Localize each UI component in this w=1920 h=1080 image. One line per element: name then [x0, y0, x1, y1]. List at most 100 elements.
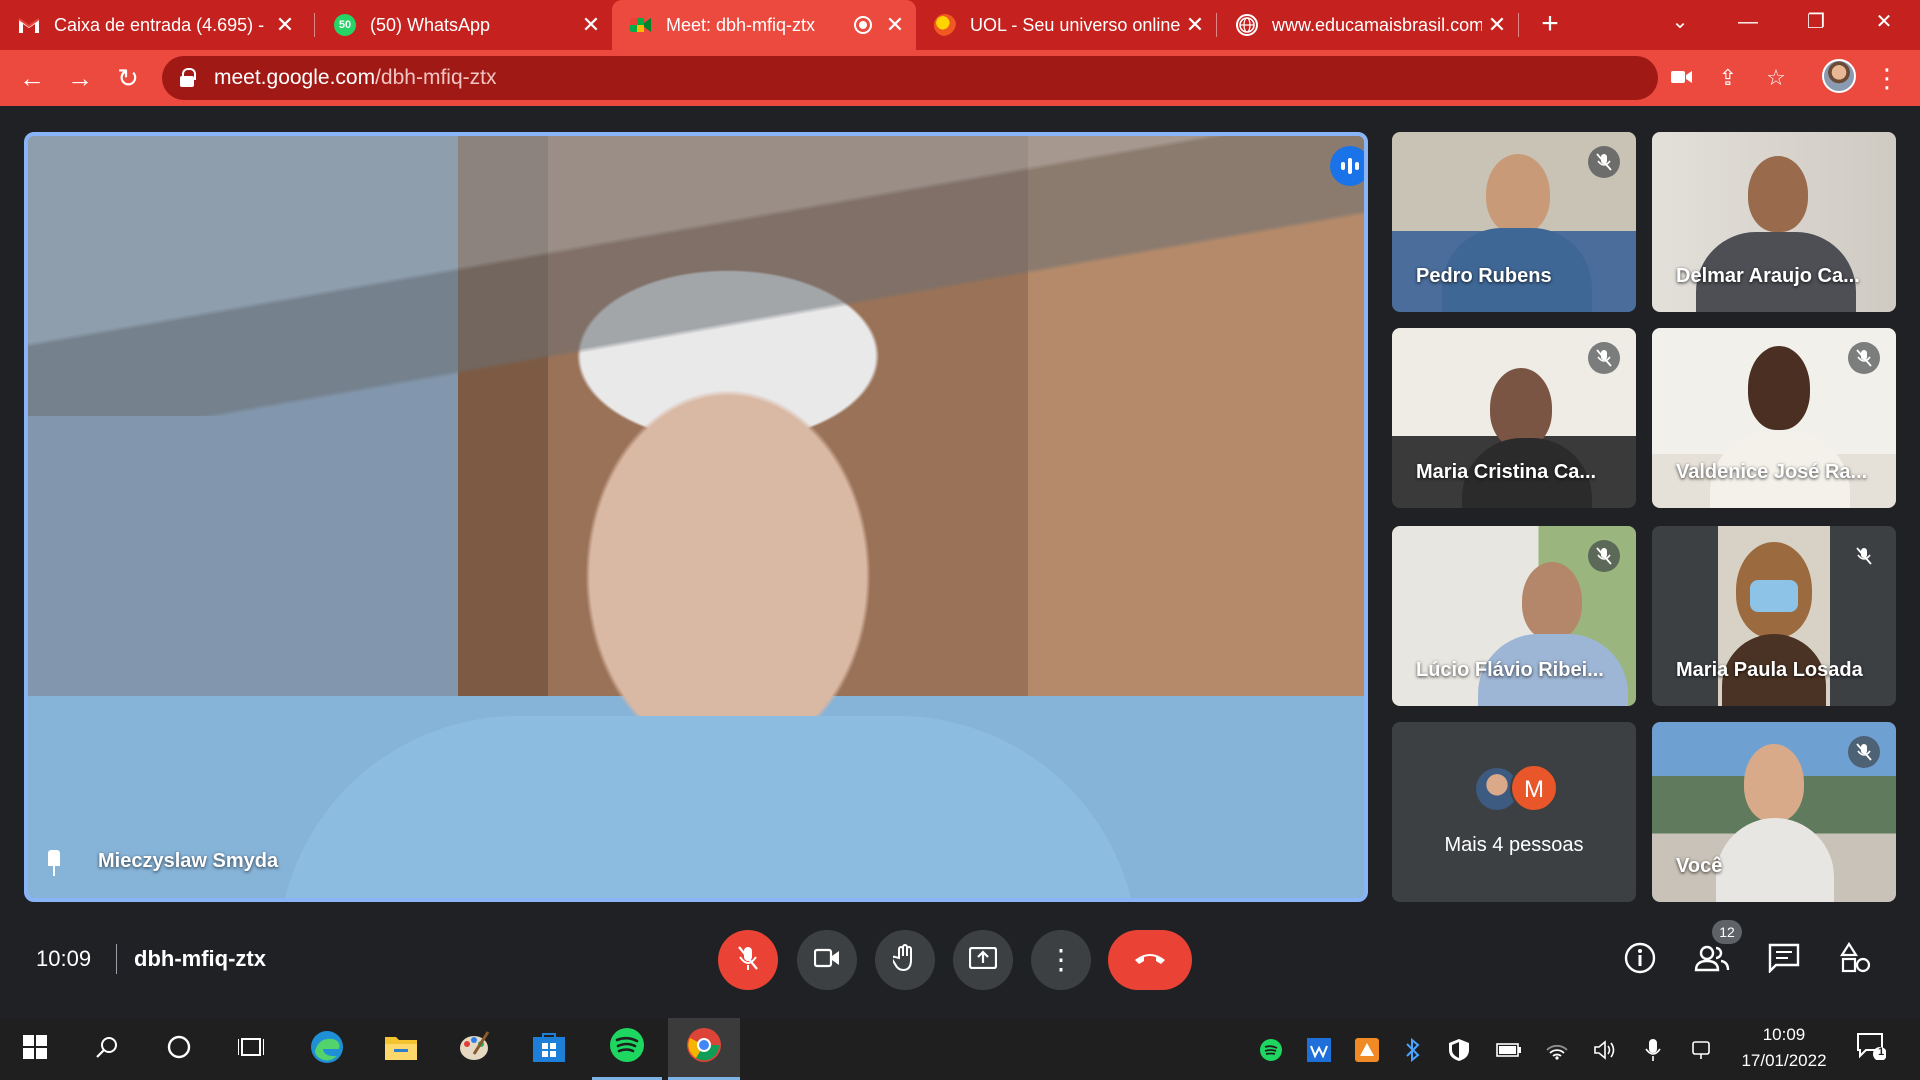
self-view-tile[interactable]: Você — [1652, 722, 1896, 902]
browser-menu-icon[interactable]: ⋮ — [1872, 58, 1902, 98]
activities-button[interactable] — [1834, 938, 1878, 982]
tab-uol[interactable]: UOL - Seu universo online ✕ — [916, 0, 1216, 50]
windows-taskbar: 10:09 17/01/2022 1 — [0, 1018, 1920, 1080]
more-options-button[interactable]: ⋮ — [1031, 930, 1091, 990]
edge-icon — [309, 1029, 345, 1070]
minimize-icon[interactable]: — — [1720, 0, 1776, 44]
close-tab-icon[interactable]: ✕ — [880, 12, 910, 38]
volume-icon[interactable] — [1592, 1037, 1618, 1063]
start-button[interactable] — [0, 1018, 70, 1080]
taskbar-edge[interactable] — [292, 1018, 362, 1080]
participant-name: Valdenice José Ra... — [1676, 461, 1868, 483]
url-text: meet.google.com/dbh-mfiq-ztx — [214, 66, 497, 89]
task-view-icon — [237, 1035, 265, 1064]
wave-tray-icon[interactable] — [1306, 1037, 1332, 1063]
pin-icon[interactable] — [42, 848, 68, 878]
tab-educamais[interactable]: www.educamaisbrasil.com ✕ — [1218, 0, 1518, 50]
tab-strip: Caixa de entrada (4.695) - ✕ 50 (50) Wha… — [0, 0, 1920, 50]
system-clock[interactable]: 10:09 17/01/2022 — [1728, 1022, 1840, 1074]
participant-tile[interactable]: Maria Paula Losada — [1652, 526, 1896, 706]
cortana-icon — [166, 1034, 192, 1065]
camera-in-use-icon[interactable] — [1664, 60, 1700, 96]
new-tab-button[interactable]: + — [1532, 6, 1568, 42]
tab-title: UOL - Seu universo online — [970, 14, 1180, 35]
participant-tile[interactable]: Valdenice José Ra... — [1652, 328, 1896, 508]
tab-title: (50) WhatsApp — [370, 14, 491, 35]
tab-title: www.educamaisbrasil.com — [1272, 14, 1482, 35]
close-tab-icon[interactable]: ✕ — [1180, 12, 1210, 38]
battery-icon[interactable] — [1496, 1037, 1522, 1063]
task-view-button[interactable] — [216, 1018, 286, 1080]
microphone-tray-icon[interactable] — [1640, 1037, 1666, 1063]
mic-off-icon — [1848, 540, 1880, 572]
present-icon — [968, 946, 998, 974]
participant-tile[interactable]: Maria Cristina Ca... — [1392, 328, 1636, 508]
leave-call-button[interactable] — [1108, 930, 1192, 990]
participants-button[interactable] — [1690, 938, 1734, 982]
whatsapp-icon: 50 — [334, 14, 356, 36]
mic-toggle-button[interactable] — [718, 930, 778, 990]
taskbar-paint[interactable] — [440, 1018, 510, 1080]
cortana-button[interactable] — [144, 1018, 214, 1080]
close-tab-icon[interactable]: ✕ — [270, 12, 300, 38]
tab-meet[interactable]: Meet: dbh-mfiq-ztx ✕ — [612, 0, 916, 50]
more-vert-icon: ⋮ — [1047, 944, 1075, 975]
more-participants-tile[interactable]: M Mais 4 pessoas — [1392, 722, 1636, 902]
display-tray-icon[interactable] — [1688, 1037, 1714, 1063]
security-shield-icon[interactable] — [1446, 1037, 1472, 1063]
main-video-tile[interactable]: Mieczyslaw Smyda — [24, 132, 1368, 902]
bluetooth-icon[interactable] — [1400, 1037, 1426, 1063]
camera-toggle-button[interactable] — [797, 930, 857, 990]
bookmark-star-icon[interactable]: ☆ — [1758, 60, 1794, 96]
close-tab-icon[interactable]: ✕ — [576, 12, 606, 38]
present-screen-button[interactable] — [953, 930, 1013, 990]
back-icon[interactable]: ← — [12, 58, 52, 98]
close-tab-icon[interactable]: ✕ — [1482, 12, 1512, 38]
search-button[interactable] — [72, 1018, 142, 1080]
participant-tile[interactable]: Lúcio Flávio Ribei... — [1392, 526, 1636, 706]
mic-off-icon — [1588, 146, 1620, 178]
app-tray-icon[interactable] — [1354, 1037, 1380, 1063]
share-icon[interactable]: ⇪ — [1710, 60, 1746, 96]
tab-title: Caixa de entrada (4.695) - — [54, 14, 265, 35]
lock-icon[interactable] — [180, 68, 196, 88]
hand-icon — [891, 943, 917, 977]
forward-icon[interactable]: → — [60, 58, 100, 98]
taskbar-chrome[interactable] — [668, 1018, 740, 1080]
background-ceiling — [28, 136, 1364, 416]
participant-name: Lúcio Flávio Ribei... — [1416, 659, 1604, 681]
mic-off-icon — [737, 945, 759, 976]
raise-hand-button[interactable] — [875, 930, 935, 990]
mic-off-icon — [1588, 540, 1620, 572]
taskbar-spotify[interactable] — [592, 1018, 662, 1080]
store-icon — [532, 1031, 566, 1068]
meeting-details-button[interactable] — [1618, 938, 1662, 982]
restore-icon[interactable]: ❐ — [1788, 0, 1844, 44]
tab-search-icon[interactable]: ⌄ — [1652, 0, 1708, 44]
address-bar[interactable]: meet.google.com/dbh-mfiq-ztx ⇪ ☆ — [162, 56, 1786, 100]
wifi-icon[interactable] — [1544, 1037, 1570, 1063]
taskbar-file-explorer[interactable] — [366, 1018, 436, 1080]
tab-whatsapp[interactable]: 50 (50) WhatsApp ✕ — [316, 0, 612, 50]
taskbar-store[interactable] — [514, 1018, 584, 1080]
mic-off-icon — [1848, 736, 1880, 768]
chat-icon — [1768, 943, 1800, 978]
tab-gmail[interactable]: Caixa de entrada (4.695) - ✕ — [0, 0, 306, 50]
chat-button[interactable] — [1762, 938, 1806, 982]
gmail-icon — [18, 14, 40, 36]
participant-name: Delmar Araujo Ca... — [1676, 265, 1860, 287]
meet-stage: Mieczyslaw Smyda Pedro Rubens Delmar Ara… — [0, 106, 1920, 1018]
notification-center-button[interactable]: 1 — [1856, 1032, 1892, 1068]
hang-up-icon — [1133, 950, 1167, 971]
close-window-icon[interactable]: ✕ — [1856, 0, 1912, 44]
participant-tile[interactable]: Delmar Araujo Ca... — [1652, 132, 1896, 312]
reload-icon[interactable]: ↻ — [108, 58, 148, 98]
profile-avatar[interactable] — [1822, 59, 1856, 93]
participant-tile[interactable]: Pedro Rubens — [1392, 132, 1636, 312]
self-name: Você — [1676, 855, 1723, 877]
chrome-icon — [686, 1027, 722, 1068]
spotify-tray-icon[interactable] — [1258, 1037, 1284, 1063]
globe-icon — [1236, 14, 1258, 36]
speaking-indicator-icon — [1330, 146, 1364, 186]
meeting-clock: 10:09 — [36, 946, 92, 971]
